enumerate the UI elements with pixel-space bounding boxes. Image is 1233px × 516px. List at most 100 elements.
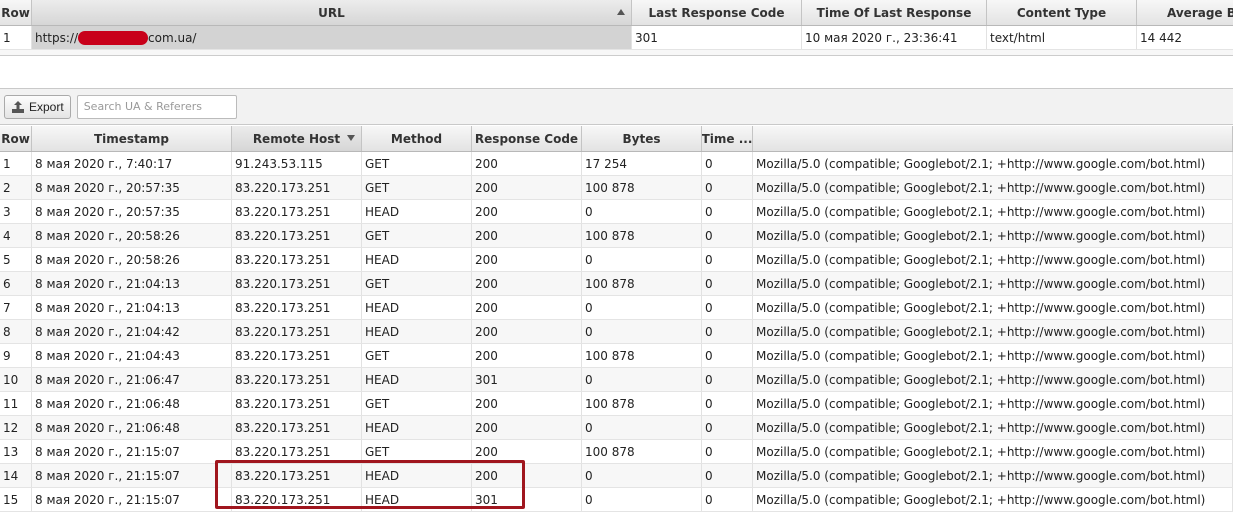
cell-method: GET (362, 224, 472, 247)
table-row[interactable]: 18 мая 2020 г., 7:40:17 91.243.53.115 GET 2… (0, 152, 1233, 176)
cell-user-agent: Mozilla/5.0 (compatible; Googlebot/2.1; … (753, 200, 1233, 223)
cell-timestamp: 8 мая 2020 г., 21:15:07 (32, 488, 232, 511)
cell-time: 0 (702, 320, 753, 343)
header-method[interactable]: Method (362, 126, 472, 151)
header-time-of-last-response[interactable]: Time Of Last Response (802, 0, 987, 25)
cell-time: 0 (702, 152, 753, 175)
header-timestamp[interactable]: Timestamp (32, 126, 232, 151)
url-row-number: 1 (0, 26, 32, 49)
cell-method: HEAD (362, 416, 472, 439)
empty-row (0, 50, 1233, 56)
search-ua-referers-input[interactable] (76, 94, 237, 119)
table-row[interactable]: 88 мая 2020 г., 21:04:42 83.220.173.251 HE… (0, 320, 1233, 344)
cell-user-agent: Mozilla/5.0 (compatible; Googlebot/2.1; … (753, 392, 1233, 415)
cell-method: HEAD (362, 200, 472, 223)
header-bytes[interactable]: Bytes (582, 126, 702, 151)
log-events-table: Row Timestamp Remote Host Method Respons… (0, 126, 1233, 512)
cell-response-code: 200 (472, 320, 582, 343)
log-rows: 18 мая 2020 г., 7:40:17 91.243.53.115 GET 2… (0, 152, 1233, 512)
cell-time: 0 (702, 344, 753, 367)
cell-user-agent: Mozilla/5.0 (compatible; Googlebot/2.1; … (753, 464, 1233, 487)
content-type: text/html (987, 26, 1137, 49)
table-row[interactable]: 12 8 мая 2020 г., 21:06:48 83.220.173.251 H… (0, 416, 1233, 440)
table-row[interactable]: 98 мая 2020 г., 21:04:43 83.220.173.251 GE… (0, 344, 1233, 368)
cell-response-code: 200 (472, 344, 582, 367)
header-response-code[interactable]: Response Code (472, 126, 582, 151)
cell-user-agent: Mozilla/5.0 (compatible; Googlebot/2.1; … (753, 176, 1233, 199)
cell-method: GET (362, 344, 472, 367)
export-button[interactable]: Export (4, 94, 71, 119)
table-row[interactable]: 14 8 мая 2020 г., 21:15:07 83.220.173.251 H… (0, 464, 1233, 488)
cell-response-code: 200 (472, 440, 582, 463)
cell-method: GET (362, 392, 472, 415)
cell-user-agent: Mozilla/5.0 (compatible; Googlebot/2.1; … (753, 416, 1233, 439)
cell-bytes: 0 (582, 464, 702, 487)
cell-timestamp: 8 мая 2020 г., 20:57:35 (32, 176, 232, 199)
cell-response-code: 200 (472, 152, 582, 175)
table-row[interactable]: 28 мая 2020 г., 20:57:35 83.220.173.251 GE… (0, 176, 1233, 200)
table-row[interactable]: 13 8 мая 2020 г., 21:15:07 83.220.173.251 G… (0, 440, 1233, 464)
cell-time: 0 (702, 464, 753, 487)
header-content-type[interactable]: Content Type (987, 0, 1137, 25)
table-row[interactable]: 10 8 мая 2020 г., 21:06:47 83.220.173.251 H… (0, 368, 1233, 392)
export-icon (12, 100, 24, 113)
header-last-response-code[interactable]: Last Response Code (632, 0, 802, 25)
table-row[interactable]: 78 мая 2020 г., 21:04:13 83.220.173.251 HE… (0, 296, 1233, 320)
cell-row-number: 7 (0, 296, 32, 319)
cell-row-number: 5 (0, 248, 32, 271)
cell-timestamp: 8 мая 2020 г., 20:57:35 (32, 200, 232, 223)
header-url[interactable]: URL (32, 0, 632, 25)
cell-response-code: 200 (472, 248, 582, 271)
cell-response-code: 200 (472, 272, 582, 295)
cell-time: 0 (702, 368, 753, 391)
cell-remote-host: 83.220.173.251 (232, 200, 362, 223)
cell-user-agent: Mozilla/5.0 (compatible; Googlebot/2.1; … (753, 368, 1233, 391)
cell-time: 0 (702, 440, 753, 463)
cell-row-number: 11 (0, 392, 32, 415)
url-cell[interactable]: https:// com.ua/ (32, 26, 632, 49)
cell-bytes: 100 878 (582, 224, 702, 247)
cell-user-agent: Mozilla/5.0 (compatible; Googlebot/2.1; … (753, 344, 1233, 367)
cell-bytes: 0 (582, 488, 702, 511)
cell-method: GET (362, 440, 472, 463)
cell-user-agent: Mozilla/5.0 (compatible; Googlebot/2.1; … (753, 152, 1233, 175)
cell-timestamp: 8 мая 2020 г., 21:06:48 (32, 392, 232, 415)
log-toolbar: Export (0, 88, 1233, 125)
cell-timestamp: 8 мая 2020 г., 21:15:07 (32, 464, 232, 487)
cell-method: HEAD (362, 464, 472, 487)
cell-row-number: 3 (0, 200, 32, 223)
table-row[interactable]: 58 мая 2020 г., 20:58:26 83.220.173.251 HE… (0, 248, 1233, 272)
cell-method: GET (362, 272, 472, 295)
header-time[interactable]: Time ... (702, 126, 753, 151)
cell-bytes: 0 (582, 296, 702, 319)
header-remote-host[interactable]: Remote Host (232, 126, 362, 151)
cell-remote-host: 83.220.173.251 (232, 416, 362, 439)
header-url-label: URL (318, 5, 345, 20)
header-row[interactable]: Row (0, 0, 32, 25)
cell-time: 0 (702, 176, 753, 199)
table-row[interactable]: 38 мая 2020 г., 20:57:35 83.220.173.251 HE… (0, 200, 1233, 224)
cell-row-number: 15 (0, 488, 32, 511)
cell-time: 0 (702, 272, 753, 295)
table-row[interactable]: 11 8 мая 2020 г., 21:06:48 83.220.173.251 G… (0, 392, 1233, 416)
header-average-bytes[interactable]: Average Byt (1137, 0, 1233, 25)
header-row[interactable]: Row (0, 126, 32, 151)
cell-remote-host: 91.243.53.115 (232, 152, 362, 175)
cell-remote-host: 83.220.173.251 (232, 344, 362, 367)
last-response-code: 301 (632, 26, 802, 49)
cell-bytes: 100 878 (582, 344, 702, 367)
cell-remote-host: 83.220.173.251 (232, 272, 362, 295)
cell-bytes: 0 (582, 320, 702, 343)
cell-user-agent: Mozilla/5.0 (compatible; Googlebot/2.1; … (753, 488, 1233, 511)
url-row[interactable]: 1 https:// com.ua/ 301 10 мая 2020 г., 2… (0, 26, 1233, 50)
cell-remote-host: 83.220.173.251 (232, 320, 362, 343)
table-row[interactable]: 48 мая 2020 г., 20:58:26 83.220.173.251 GE… (0, 224, 1233, 248)
header-user-agent[interactable] (753, 126, 1233, 151)
cell-row-number: 4 (0, 224, 32, 247)
cell-remote-host: 83.220.173.251 (232, 368, 362, 391)
cell-response-code: 301 (472, 368, 582, 391)
table-row[interactable]: 15 8 мая 2020 г., 21:15:07 83.220.173.251 H… (0, 488, 1233, 512)
cell-bytes: 0 (582, 416, 702, 439)
table-row[interactable]: 68 мая 2020 г., 21:04:13 83.220.173.251 GE… (0, 272, 1233, 296)
cell-bytes: 0 (582, 248, 702, 271)
